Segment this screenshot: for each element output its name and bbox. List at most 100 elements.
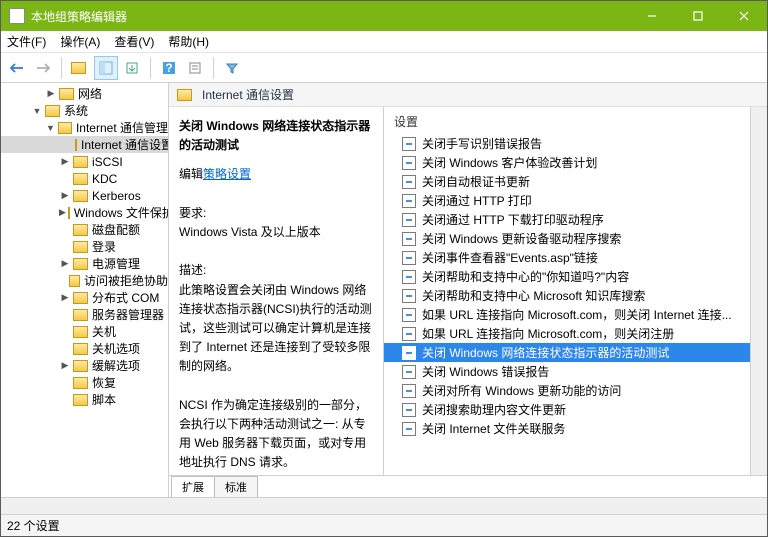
tree-label: 服务器管理器 <box>92 306 164 323</box>
folder-icon <box>73 343 88 355</box>
tree-item[interactable]: 登录 <box>1 238 168 255</box>
tree-item[interactable]: ▶Kerberos <box>1 187 168 204</box>
folder-icon <box>59 88 74 100</box>
caret-icon: ▶ <box>59 360 71 372</box>
folder-icon <box>73 360 88 372</box>
tree-item[interactable]: KDC <box>1 170 168 187</box>
policy-icon <box>402 270 416 284</box>
svg-text:?: ? <box>165 61 172 75</box>
policy-item[interactable]: 关闭 Internet 文件关联服务 <box>384 419 750 438</box>
policy-item[interactable]: 关闭通过 HTTP 打印 <box>384 191 750 210</box>
tree-item[interactable]: 关机选项 <box>1 340 168 357</box>
policy-label: 关闭手写识别错误报告 <box>422 135 542 152</box>
folder-icon <box>73 326 88 338</box>
folder-icon <box>73 292 88 304</box>
help-button[interactable]: ? <box>157 56 181 80</box>
tree-item[interactable]: ▼系统 <box>1 102 168 119</box>
desc-body2: NCSI 作为确定连接级别的一部分，会执行以下两种活动测试之一: 从专用 Web… <box>179 396 373 473</box>
tree-item[interactable]: 访问被拒绝协助 <box>1 272 168 289</box>
tree-item[interactable]: 磁盘配额 <box>1 221 168 238</box>
policy-icon <box>402 289 416 303</box>
caret-icon: ▶ <box>45 88 57 100</box>
forward-button[interactable] <box>31 56 55 80</box>
policy-list[interactable]: 设置 关闭手写识别错误报告关闭 Windows 客户体验改善计划关闭自动根证书更… <box>384 107 750 475</box>
tree-item[interactable]: 脚本 <box>1 391 168 408</box>
back-button[interactable] <box>5 56 29 80</box>
tree-item[interactable]: ▶网络 <box>1 85 168 102</box>
minimize-button[interactable] <box>629 1 675 31</box>
policy-item[interactable]: 关闭 Windows 网络连接状态指示器的活动测试 <box>384 343 750 362</box>
up-button[interactable] <box>68 56 92 80</box>
tree-item[interactable]: Internet 通信设置 <box>1 136 168 153</box>
policy-icon <box>402 251 416 265</box>
tab-bar: 扩展 标准 <box>169 475 767 497</box>
policy-item[interactable]: 关闭自动根证书更新 <box>384 172 750 191</box>
policy-label: 关闭帮助和支持中心 Microsoft 知识库搜索 <box>422 287 645 304</box>
policy-item[interactable]: 关闭帮助和支持中心 Microsoft 知识库搜索 <box>384 286 750 305</box>
policy-label: 关闭 Windows 客户体验改善计划 <box>422 154 597 171</box>
folder-icon <box>73 156 88 168</box>
policy-icon <box>402 137 416 151</box>
policy-icon <box>402 422 416 436</box>
policy-label: 关闭自动根证书更新 <box>422 173 530 190</box>
tree-item[interactable]: ▶分布式 COM <box>1 289 168 306</box>
export-button[interactable] <box>120 56 144 80</box>
policy-item[interactable]: 如果 URL 连接指向 Microsoft.com，则关闭注册 <box>384 324 750 343</box>
menu-action[interactable]: 操作(A) <box>60 33 100 50</box>
policy-item[interactable]: 关闭对所有 Windows 更新功能的访问 <box>384 381 750 400</box>
policy-icon <box>402 175 416 189</box>
scrollbar-vertical[interactable] <box>750 107 767 475</box>
policy-item[interactable]: 如果 URL 连接指向 Microsoft.com，则关闭 Internet 连… <box>384 305 750 324</box>
menu-file[interactable]: 文件(F) <box>7 33 46 50</box>
policy-item[interactable]: 关闭事件查看器"Events.asp"链接 <box>384 248 750 267</box>
caret-icon <box>59 326 71 338</box>
caret-icon <box>59 224 71 236</box>
tree-item[interactable]: ▼Internet 通信管理 <box>1 119 168 136</box>
tree-item[interactable]: ▶电源管理 <box>1 255 168 272</box>
menu-bar: 文件(F) 操作(A) 查看(V) 帮助(H) <box>1 31 767 53</box>
policy-label: 如果 URL 连接指向 Microsoft.com，则关闭 Internet 连… <box>422 306 732 323</box>
edit-policy-link[interactable]: 策略设置 <box>203 167 251 181</box>
filter-button[interactable] <box>220 56 244 80</box>
maximize-button[interactable] <box>675 1 721 31</box>
close-button[interactable] <box>721 1 767 31</box>
policy-item[interactable]: 关闭帮助和支持中心的"你知道吗?"内容 <box>384 267 750 286</box>
folder-icon <box>68 207 70 219</box>
properties-button[interactable] <box>183 56 207 80</box>
policy-item[interactable]: 关闭 Windows 更新设备驱动程序搜索 <box>384 229 750 248</box>
policy-icon <box>402 384 416 398</box>
path-header: Internet 通信设置 <box>169 83 767 107</box>
show-tree-button[interactable] <box>94 56 118 80</box>
tree-label: 系统 <box>64 102 88 119</box>
tree-label: 登录 <box>92 238 116 255</box>
tree-label: 恢复 <box>92 374 116 391</box>
policy-item[interactable]: 关闭 Windows 客户体验改善计划 <box>384 153 750 172</box>
desc-body1: 此策略设置会关闭由 Windows 网络连接状态指示器(NCSI)执行的活动测试… <box>179 281 373 377</box>
caret-icon: ▶ <box>59 190 71 202</box>
tree-item[interactable]: 服务器管理器 <box>1 306 168 323</box>
tree-item[interactable]: ▶Windows 文件保护 <box>1 204 168 221</box>
scrollbar-horizontal[interactable] <box>1 497 767 514</box>
tab-extended[interactable]: 扩展 <box>171 476 215 497</box>
policy-item[interactable]: 关闭 Windows 错误报告 <box>384 362 750 381</box>
tree-item[interactable]: 恢复 <box>1 374 168 391</box>
desc-label: 描述: <box>179 261 373 280</box>
folder-icon <box>73 394 88 406</box>
caret-icon <box>59 309 71 321</box>
policy-label: 关闭搜索助理内容文件更新 <box>422 401 566 418</box>
caret-icon <box>59 173 71 185</box>
menu-view[interactable]: 查看(V) <box>114 33 154 50</box>
tree-item[interactable]: ▶缓解选项 <box>1 357 168 374</box>
tree-pane[interactable]: ▶网络▼系统▼Internet 通信管理Internet 通信设置▶iSCSIK… <box>1 83 169 497</box>
policy-item[interactable]: 关闭搜索助理内容文件更新 <box>384 400 750 419</box>
caret-icon <box>59 343 71 355</box>
tree-item[interactable]: 关机 <box>1 323 168 340</box>
tree-item[interactable]: ▶iSCSI <box>1 153 168 170</box>
policy-item[interactable]: 关闭通过 HTTP 下载打印驱动程序 <box>384 210 750 229</box>
policy-item[interactable]: 关闭手写识别错误报告 <box>384 134 750 153</box>
req-body: Windows Vista 及以上版本 <box>179 223 373 242</box>
menu-help[interactable]: 帮助(H) <box>168 33 209 50</box>
folder-icon <box>73 258 88 270</box>
tree-label: 关机 <box>92 323 116 340</box>
tab-standard[interactable]: 标准 <box>214 476 258 497</box>
